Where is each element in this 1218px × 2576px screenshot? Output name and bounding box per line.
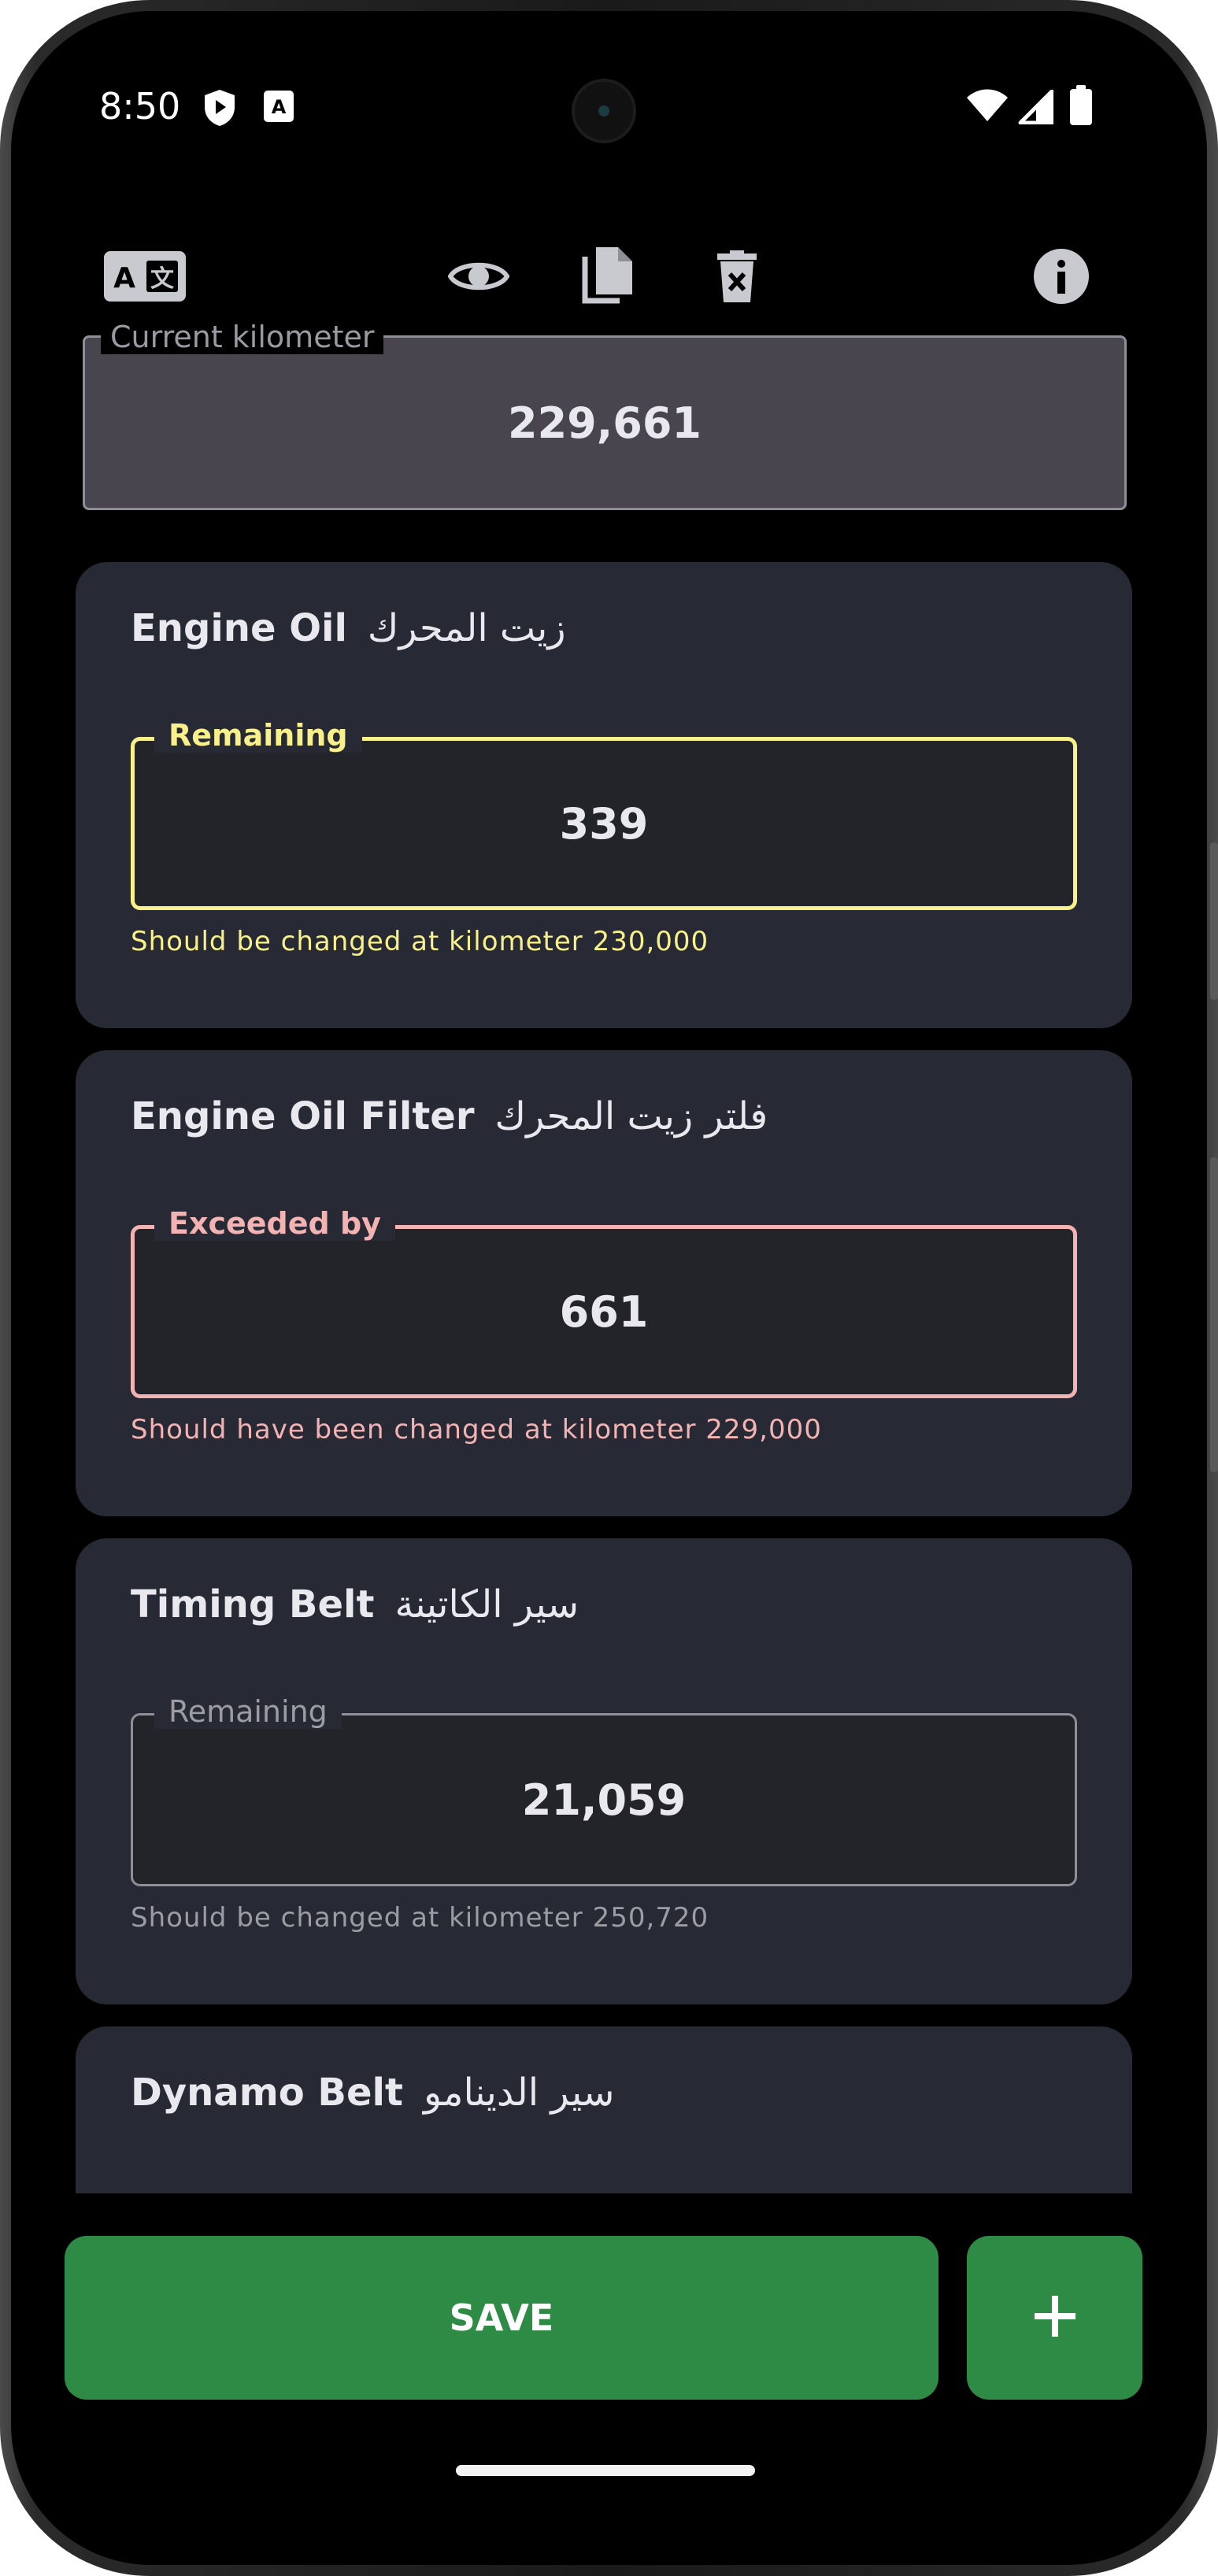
maintenance-card-dynamo-belt: Dynamo Belt سير الدينامو [76,2026,1132,2193]
camera-cutout [572,79,636,143]
helper-text: Should be changed at kilometer 230,000 [131,926,709,957]
item-name-arabic: سير الكاتينة [394,1582,579,1627]
battery-icon [1069,85,1093,129]
item-name: Engine Oil Filter [131,1094,475,1138]
exceeded-label: Exceeded by [154,1206,395,1241]
wifi-icon [965,87,1009,126]
maintenance-card-engine-oil: Engine Oil زيت المحرك 339 Remaining Shoul… [76,562,1132,1028]
remaining-label: Remaining [154,718,362,753]
item-name: Engine Oil [131,606,347,650]
eye-icon[interactable] [438,235,520,317]
volume-button [1210,1157,1218,1472]
play-protect-icon [202,88,238,131]
app-screen: 8:50 A A文 229,661 Current kilometer Engi… [38,50,1174,2515]
delete-icon[interactable] [696,235,778,317]
remaining-label: Remaining [154,1694,342,1729]
plus-icon [1033,2294,1077,2341]
card-title: Engine Oil زيت المحرك [131,606,566,650]
current-kilometer-value: 229,661 [508,398,702,448]
item-name-arabic: سير الدينامو [423,2071,615,2115]
item-name: Timing Belt [131,1582,375,1627]
svg-text:文: 文 [150,265,174,293]
remaining-value: 21,059 [521,1775,687,1825]
card-title: Dynamo Belt سير الدينامو [131,2071,615,2115]
maintenance-card-engine-oil-filter: Engine Oil Filter فلتر زيت المحرك 661 Exc… [76,1050,1132,1516]
card-title: Timing Belt سير الكاتينة [131,1582,579,1627]
copy-icon[interactable] [567,235,649,317]
item-name: Dynamo Belt [131,2071,403,2115]
info-icon[interactable] [1020,235,1102,317]
current-kilometer-label: Current kilometer [101,320,384,354]
home-indicator[interactable] [456,2465,755,2476]
remaining-value: 339 [559,798,649,849]
exceeded-value: 661 [559,1286,649,1337]
add-button[interactable] [967,2236,1142,2400]
signal-icon [1017,89,1054,128]
helper-text: Should be changed at kilometer 250,720 [131,1902,709,1934]
maintenance-card-timing-belt: Timing Belt سير الكاتينة 21,059 Remaining… [76,1538,1132,2004]
item-name-arabic: فلتر زيت المحرك [494,1094,768,1138]
power-button [1210,842,1218,1000]
keyboard-a-icon: A [263,88,294,128]
svg-text:A: A [113,262,135,294]
card-title: Engine Oil Filter فلتر زيت المحرك [131,1094,768,1138]
status-bar: 8:50 A [38,50,1174,168]
save-button[interactable]: SAVE [65,2236,938,2400]
status-time: 8:50 [99,85,181,128]
svg-text:A: A [272,96,287,118]
item-name-arabic: زيت المحرك [367,606,566,650]
translate-icon[interactable]: A文 [104,235,186,317]
helper-text: Should have been changed at kilometer 22… [131,1414,822,1445]
